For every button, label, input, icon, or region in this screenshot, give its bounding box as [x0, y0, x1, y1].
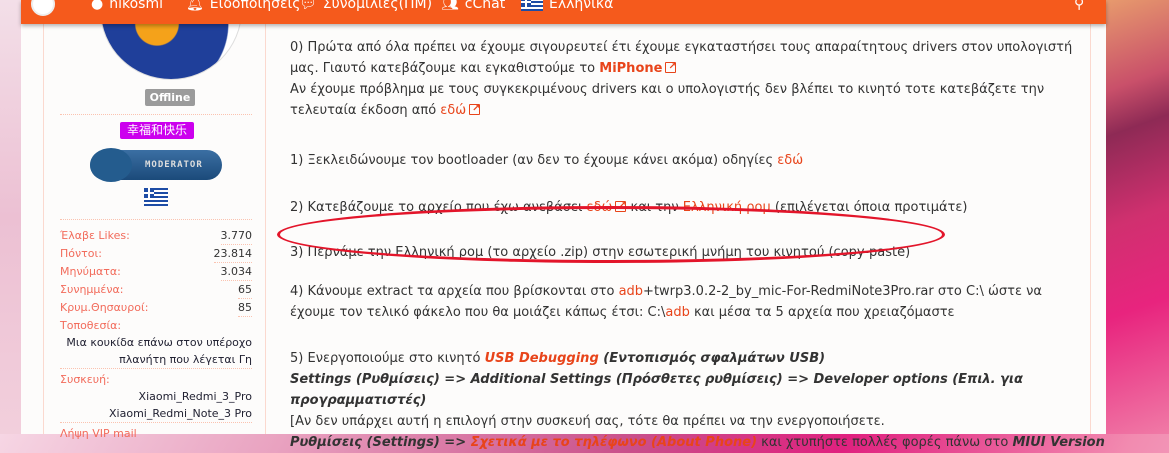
external-link-icon [469, 98, 481, 119]
adb-link[interactable]: adb [665, 305, 689, 320]
user-title: 幸福和快乐 [120, 122, 194, 139]
nav-notifications-label: Ειδοποιήσεις [209, 0, 301, 12]
status-badge: Offline [145, 89, 195, 106]
miphone-link[interactable]: MiPhone [599, 61, 662, 76]
step-0-text: 0) Πρώτα από όλα πρέπει να έχουμε σιγουρ… [290, 40, 1073, 55]
step-4-text: έχουμε τον τελικό φάκελο που θα μοιάζει … [290, 305, 666, 320]
step-1-text: 1) Ξεκλειδώνουμε τον bootloader (αν δεν … [290, 153, 778, 168]
bootloader-link[interactable]: εδώ [777, 153, 803, 168]
stat-label: Μηνύματα: [60, 265, 121, 278]
step-0-text: Αν έχουμε πρόβλημα με τους συγκεκριμένου… [290, 82, 1045, 97]
usb-debugging-text: USB Debugging [484, 351, 599, 366]
step-0-text: μας. Γιαυτό κατεβάζουμε και εγκαθιστούμε… [290, 61, 600, 76]
divider [60, 114, 252, 115]
bell-icon: 🔔︎ [186, 0, 204, 12]
nav-user-label: nikosmi [109, 0, 163, 12]
top-navbar: ● nikosmi 🔔︎ Ειδοποιήσεις 💬︎ Συνομιλίες(ΠΜ)… [21, 0, 1106, 24]
step-5-path: προγραμματιστές) [290, 393, 427, 408]
adb-link[interactable]: adb [619, 284, 643, 299]
step-5-path: Settings (Ρυθμίσεις) => Additional Setti… [290, 372, 1023, 387]
nav-user[interactable]: ● nikosmi [91, 0, 163, 12]
location-value: πλανήτη που λέγεται Γη [60, 351, 252, 369]
nav-language-label: Ελληνικά [549, 0, 614, 12]
user-avatar[interactable] [31, 0, 55, 16]
device-value: Xiaomi_Redmi_3_Pro [138, 390, 252, 403]
about-phone-text: Σχετικά με το τηλέφωνο (About Phone) [470, 435, 758, 450]
background [1106, 0, 1169, 434]
stat-label: Έλαβε Likes: [60, 229, 130, 242]
nav-chat[interactable]: 👥︎ cChat [441, 0, 505, 12]
nav-conversations-label: Συνομιλίες(ΠΜ) [322, 0, 433, 12]
users-icon: 👥︎ [441, 0, 459, 12]
greek-flag-icon [521, 0, 543, 11]
nav-chat-label: cChat [464, 0, 506, 12]
stat-value: 65 [238, 281, 252, 299]
step-4-text: +twrp3.0.2-2_by_mic-For-RedmiNote3Pro.ra… [643, 284, 1042, 299]
external-link-icon [665, 56, 677, 77]
step-5-note: Ρυθμίσεις (Settings) => [290, 435, 471, 450]
driver-link[interactable]: εδώ [440, 103, 466, 118]
stat-value[interactable]: 23.814 [213, 245, 252, 263]
nav-notifications[interactable]: 🔔︎ Ειδοποιήσεις [186, 0, 301, 12]
stat-label: Πόντοι: [60, 247, 102, 260]
user-stats: Έλαβε Likes: 3.770 Πόντοι: 23.814 Μηνύματα… [60, 227, 252, 442]
step-4-text: 4) Κάνουμε extract τα αρχεία που βρίσκον… [290, 284, 619, 299]
step-5-note: [Αν δεν υπάρχει αυτή η επιλογή στην συσκ… [290, 414, 885, 429]
stat-label: Συνημμένα: [60, 283, 124, 296]
stat-value[interactable]: 3.770 [220, 227, 252, 245]
stat-label: Κρυμ.Θησαυροί: [60, 301, 149, 314]
nav-conversations[interactable]: 💬︎ Συνομιλίες(ΠΜ) [299, 0, 432, 12]
stat-value: 85 [238, 299, 252, 317]
search-icon[interactable]: ⚲ [1074, 0, 1084, 12]
user-sidebar: Offline 幸福和快乐 MODERATOR Έλαβε Likes: 3.77… [43, 0, 266, 440]
step-5-text: 5) Ενεργοποιούμε στο κινητό [290, 351, 485, 366]
user-icon: ● [91, 0, 104, 12]
red-highlight-ellipse [277, 206, 945, 263]
step-5-text: (Εντοπισμός σφαλμάτων USB) [598, 351, 826, 366]
step-5-note: και χτυπήστε πολλές φορές πάνω στο [757, 435, 1013, 450]
greek-flag-icon [144, 188, 168, 206]
chat-bubbles-icon: 💬︎ [299, 0, 317, 12]
moderator-banner: MODERATOR [90, 148, 222, 182]
divider [1090, 20, 1091, 434]
device-value: Xiaomi_Redmi_Note_3 Pro [60, 405, 252, 423]
stat-value[interactable]: 3.034 [220, 263, 252, 281]
location-value: Μια κουκίδα επάνω στον υπέροχο [66, 336, 252, 349]
miui-version-text: MIUI Version [1012, 435, 1105, 450]
nav-language[interactable]: Ελληνικά [521, 0, 613, 12]
location-label: Τοποθεσία: [60, 319, 122, 332]
divider [60, 219, 252, 220]
step-0-text: τελευταία έκδοση από [290, 103, 441, 118]
step-4-text: και μέσα τα 5 αρχεία που χρειαζόμαστε [689, 305, 955, 320]
device-label: Συσκευή: [60, 373, 110, 386]
